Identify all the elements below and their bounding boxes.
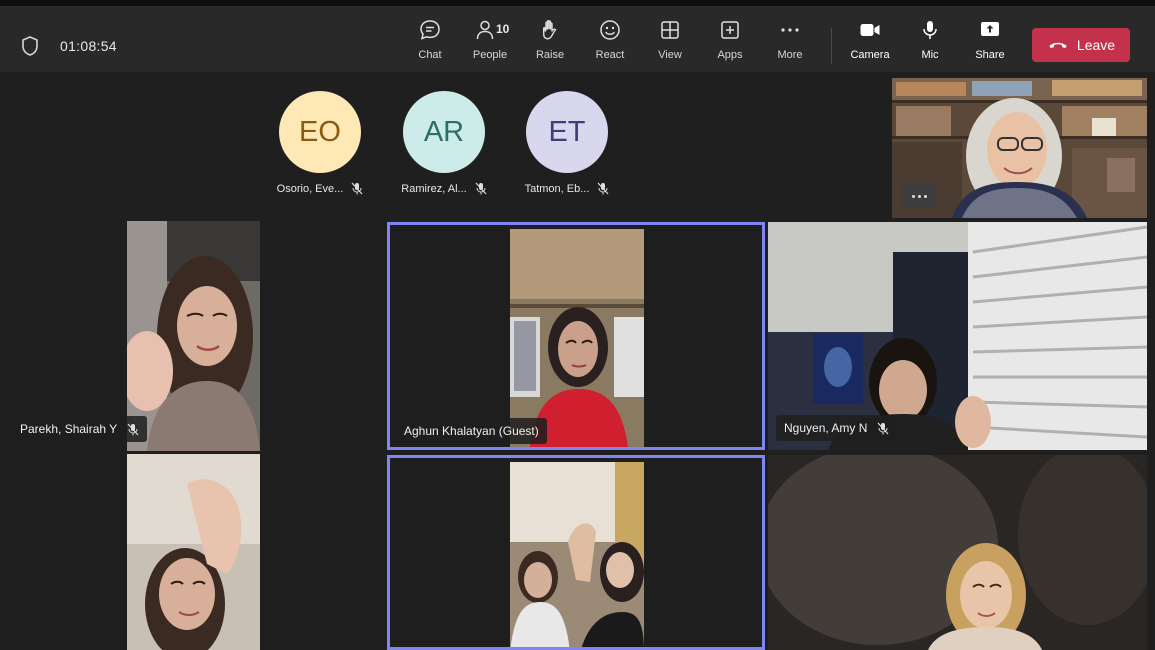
camera-button[interactable]: Camera (845, 18, 895, 70)
meeting-toolbar: 01:08:54 Chat 10 People Raise React View… (0, 6, 1155, 72)
participant-nametag: Aghun Khalatyan (Guest) (396, 418, 547, 444)
participant-name: Ramirez, Al... (389, 182, 499, 195)
self-view-video[interactable] (892, 78, 1147, 218)
mic-off-icon (351, 182, 363, 195)
microphone-icon (923, 21, 937, 39)
leave-label: Leave (1076, 37, 1116, 53)
video-tile-khalatyan[interactable]: Aghun Khalatyan (Guest) (387, 222, 765, 450)
video-tile-row2-left[interactable] (0, 454, 385, 650)
chat-button[interactable]: Chat (405, 18, 455, 70)
participant-video (127, 454, 260, 650)
video-tile-row2-right[interactable] (768, 455, 1147, 650)
chat-icon (420, 20, 440, 40)
people-icon (476, 20, 494, 40)
share-screen-icon (981, 22, 999, 36)
avatar: ET (526, 91, 608, 173)
mic-off-icon (877, 422, 889, 434)
react-label: React (595, 49, 625, 61)
mic-label: Mic (921, 49, 939, 61)
avatar: AR (403, 91, 485, 173)
dot (923, 194, 927, 198)
grid-view-icon (661, 21, 679, 39)
more-button[interactable]: More (765, 18, 815, 70)
self-view-more-button[interactable] (902, 184, 936, 208)
participant-name-text: Nguyen, Amy N (784, 421, 868, 435)
video-tile-row2-center[interactable] (387, 455, 765, 650)
participant-name-text: Parekh, Shairah Y (20, 422, 118, 436)
participant-name: Osorio, Eve... (265, 182, 375, 195)
more-label: More (777, 49, 803, 61)
participant-name-text: Aghun Khalatyan (Guest) (404, 424, 539, 438)
share-label: Share (975, 49, 1005, 61)
shield-icon[interactable] (20, 35, 40, 57)
camera-icon (860, 24, 880, 36)
participant-video (510, 462, 644, 647)
view-label: View (658, 49, 682, 61)
people-label: People (472, 49, 508, 61)
mic-button[interactable]: Mic (905, 18, 955, 70)
mic-off-icon (127, 423, 139, 435)
add-apps-icon (721, 21, 739, 39)
chat-label: Chat (418, 49, 442, 61)
toolbar-divider (831, 28, 832, 64)
avatar: EO (279, 91, 361, 173)
camera-label: Camera (850, 49, 890, 61)
participant-video (127, 221, 260, 451)
participant-video (768, 455, 1147, 650)
participant-name-text: Ramirez, Al... (401, 182, 467, 195)
participant-name-text: Tatmon, Eb... (524, 182, 590, 195)
dot (917, 194, 921, 198)
participant-name: Tatmon, Eb... (512, 182, 622, 195)
participant-nametag: Nguyen, Amy N (776, 415, 898, 441)
leave-button[interactable]: Leave (1032, 28, 1130, 62)
smiley-icon (600, 20, 620, 40)
participant-nametag: Parekh, Shairah Y (12, 416, 148, 442)
raise-hand-icon (543, 20, 557, 40)
participant-avatar-eo[interactable]: EO Osorio, Eve... (265, 91, 375, 201)
participant-video (510, 229, 644, 447)
raise-hand-button[interactable]: Raise (525, 18, 575, 70)
view-button[interactable]: View (645, 18, 695, 70)
people-count-badge: 10 (496, 22, 510, 36)
participant-name-text: Osorio, Eve... (276, 182, 344, 195)
apps-label: Apps (717, 49, 743, 61)
meeting-timer: 01:08:54 (60, 38, 117, 54)
video-tile-parekh[interactable]: Parekh, Shairah Y (0, 221, 385, 451)
react-button[interactable]: React (585, 18, 635, 70)
apps-button[interactable]: Apps (705, 18, 755, 70)
share-button[interactable]: Share (965, 18, 1015, 70)
ellipsis-icon (781, 28, 799, 32)
participant-avatar-et[interactable]: ET Tatmon, Eb... (512, 91, 622, 201)
participant-avatar-ar[interactable]: AR Ramirez, Al... (389, 91, 499, 201)
video-tile-nguyen[interactable]: Nguyen, Amy N (768, 222, 1147, 450)
dot (911, 194, 915, 198)
mic-off-icon (597, 182, 609, 195)
hang-up-icon (1049, 42, 1067, 49)
people-button[interactable]: 10 People (465, 18, 515, 70)
mic-off-icon (475, 182, 487, 195)
raise-label: Raise (535, 49, 565, 61)
